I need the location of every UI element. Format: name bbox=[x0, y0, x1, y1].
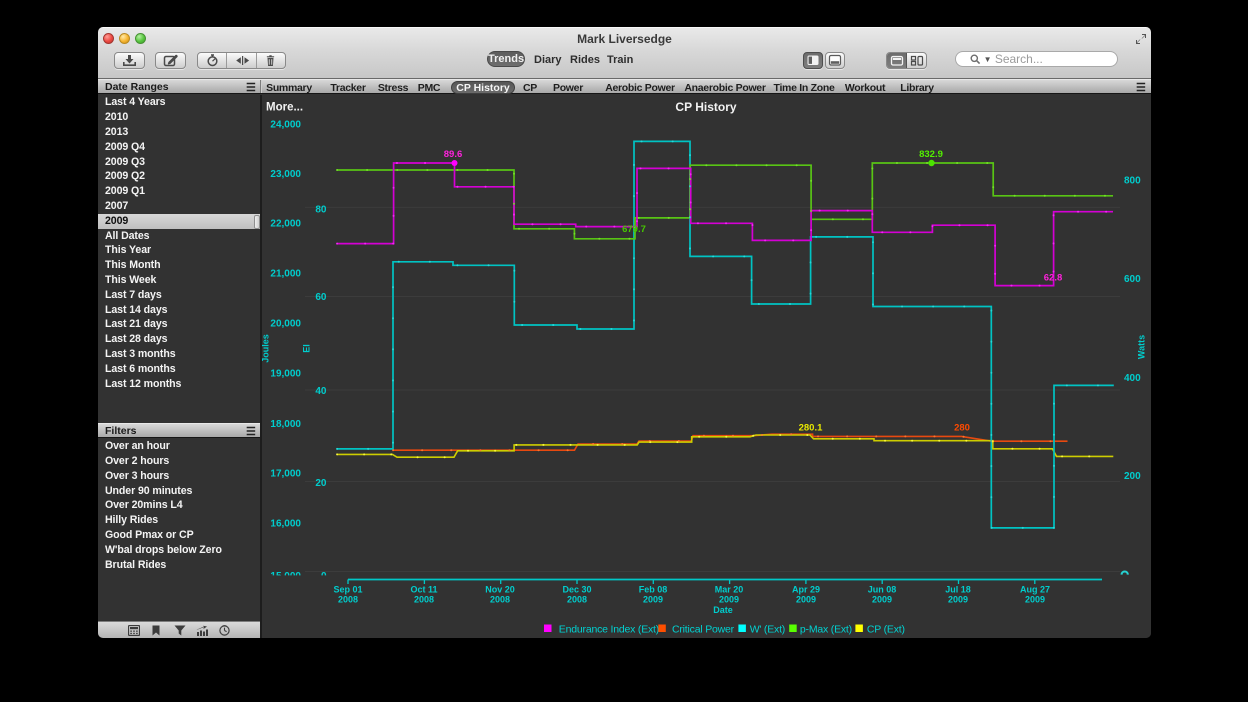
svg-text:2008: 2008 bbox=[490, 595, 510, 605]
svg-text:17,000: 17,000 bbox=[270, 469, 301, 480]
svg-text:19,000: 19,000 bbox=[270, 369, 301, 380]
svg-text:24,000: 24,000 bbox=[270, 120, 301, 131]
svg-text:40: 40 bbox=[315, 386, 327, 397]
svg-text:2009: 2009 bbox=[643, 595, 663, 605]
svg-text:Endurance Index (Ext): Endurance Index (Ext) bbox=[559, 624, 659, 636]
svg-text:2009: 2009 bbox=[1025, 595, 1045, 605]
svg-text:600: 600 bbox=[1124, 274, 1141, 285]
svg-text:62.8: 62.8 bbox=[1044, 273, 1063, 284]
svg-text:400: 400 bbox=[1124, 373, 1141, 384]
svg-text:Joules: Joules bbox=[262, 334, 271, 363]
svg-text:800: 800 bbox=[1124, 176, 1141, 187]
svg-text:Date: Date bbox=[713, 605, 733, 615]
svg-text:60: 60 bbox=[315, 292, 327, 303]
svg-text:p-Max (Ext): p-Max (Ext) bbox=[800, 624, 852, 636]
svg-text:2009: 2009 bbox=[796, 595, 816, 605]
svg-text:23,000: 23,000 bbox=[270, 169, 301, 180]
svg-text:Nov 20: Nov 20 bbox=[485, 585, 515, 595]
svg-text:80: 80 bbox=[315, 205, 327, 216]
svg-text:2009: 2009 bbox=[719, 595, 739, 605]
svg-text:2009: 2009 bbox=[948, 595, 968, 605]
svg-text:200: 200 bbox=[1124, 471, 1141, 482]
svg-text:89.6: 89.6 bbox=[444, 149, 463, 160]
svg-text:Dec 30: Dec 30 bbox=[562, 585, 591, 595]
svg-text:CP History: CP History bbox=[675, 100, 736, 114]
svg-text:Jul 18: Jul 18 bbox=[945, 585, 971, 595]
svg-text:2008: 2008 bbox=[338, 595, 358, 605]
svg-text:Aug 27: Aug 27 bbox=[1020, 585, 1050, 595]
svg-text:W' (Ext): W' (Ext) bbox=[750, 624, 785, 636]
svg-text:280: 280 bbox=[954, 423, 970, 434]
svg-text:16,000: 16,000 bbox=[270, 519, 301, 530]
svg-text:Critical Power: Critical Power bbox=[672, 624, 735, 636]
svg-text:2008: 2008 bbox=[414, 595, 434, 605]
svg-text:Sep 01: Sep 01 bbox=[333, 585, 362, 595]
svg-text:EI: EI bbox=[302, 344, 312, 353]
svg-text:Oct 11: Oct 11 bbox=[410, 585, 437, 595]
svg-text:21,000: 21,000 bbox=[270, 269, 301, 280]
svg-text:Feb 08: Feb 08 bbox=[639, 585, 668, 595]
svg-text:Jun 08: Jun 08 bbox=[868, 585, 897, 595]
svg-text:22,000: 22,000 bbox=[270, 219, 301, 230]
svg-text:20,000: 20,000 bbox=[270, 319, 301, 330]
svg-text:2009: 2009 bbox=[872, 595, 892, 605]
svg-text:679.7: 679.7 bbox=[622, 224, 646, 235]
svg-text:18,000: 18,000 bbox=[270, 419, 301, 430]
svg-text:Watts: Watts bbox=[1137, 335, 1147, 359]
svg-text:280.1: 280.1 bbox=[799, 423, 823, 434]
svg-text:More...: More... bbox=[266, 102, 303, 114]
svg-text:Apr 29: Apr 29 bbox=[792, 585, 820, 595]
svg-text:CP (Ext): CP (Ext) bbox=[867, 624, 905, 636]
svg-text:832.9: 832.9 bbox=[919, 149, 943, 160]
svg-text:20: 20 bbox=[315, 478, 327, 489]
svg-text:2008: 2008 bbox=[567, 595, 587, 605]
svg-text:Mar 20: Mar 20 bbox=[715, 585, 744, 595]
